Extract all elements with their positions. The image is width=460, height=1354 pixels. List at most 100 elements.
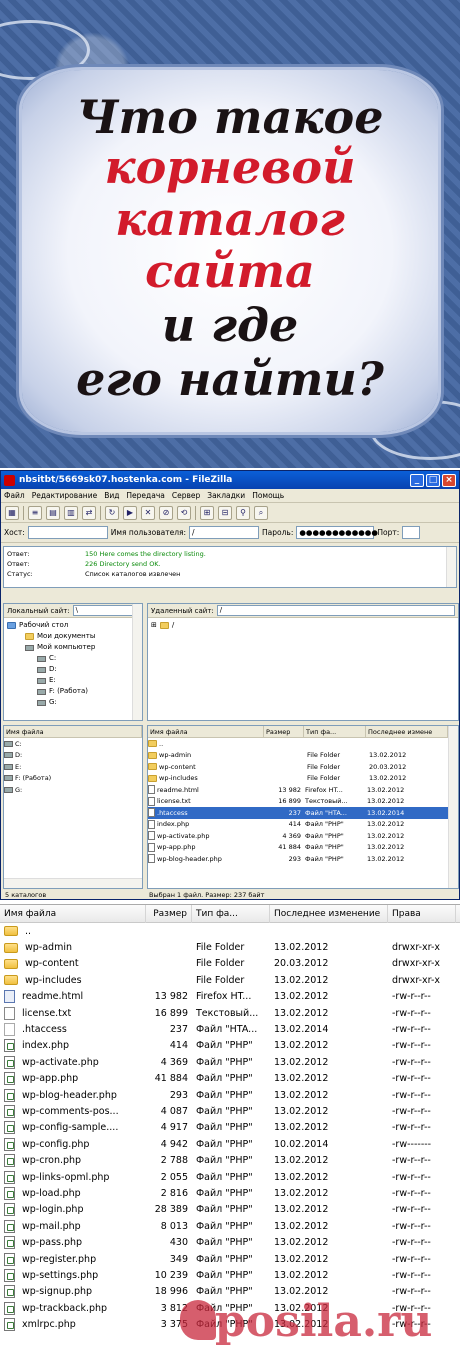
folder-icon	[148, 774, 157, 782]
table-row[interactable]: wp-includes File Folder 13.02.2012 drwxr-xr…	[0, 972, 460, 988]
cancel-icon[interactable]: ✕	[141, 505, 155, 520]
table-row[interactable]: ..	[0, 923, 460, 939]
compare-icon[interactable]: ⊟	[218, 505, 232, 520]
table-row[interactable]: wp-activate.php 4 369 Файл "PHP" 13.02.2012…	[0, 1054, 460, 1070]
column-filename[interactable]: Имя файла	[0, 904, 146, 923]
list-item[interactable]: readme.html 13 982 Firefox HT... 13.02.2012	[148, 784, 458, 796]
tree-item[interactable]: G:	[7, 697, 139, 708]
list-item[interactable]: wp-admin File Folder 13.02.2012	[148, 750, 458, 762]
host-input[interactable]	[27, 526, 108, 539]
port-input[interactable]	[402, 526, 421, 539]
close-button[interactable]: ×	[442, 473, 456, 487]
table-row[interactable]: .htaccess 237 Файл "HTA... 13.02.2014 -rw-r-…	[0, 1021, 460, 1037]
search-icon[interactable]: ⌕	[254, 505, 268, 520]
local-tree-icon[interactable]: ▤	[46, 505, 60, 520]
menu-view[interactable]: Вид	[104, 491, 119, 500]
column-filename[interactable]: Имя файла	[4, 726, 142, 738]
file-permissions: -rw-r--r--	[392, 1187, 431, 1199]
tree-item[interactable]: Мои документы	[7, 631, 139, 642]
tree-item[interactable]: ⊞ /	[151, 620, 455, 631]
remote-tree-icon[interactable]: ▥	[64, 505, 78, 520]
column-size[interactable]: Размер	[146, 904, 192, 923]
table-row[interactable]: wp-settings.php 10 239 Файл "PHP" 13.02.201…	[0, 1267, 460, 1283]
column-permissions[interactable]: Права	[388, 904, 456, 923]
table-row[interactable]: wp-links-opml.php 2 055 Файл "PHP" 13.02.20…	[0, 1169, 460, 1185]
tree-item[interactable]: C:	[7, 653, 139, 664]
sync-browse-icon[interactable]: ⚲	[236, 505, 250, 520]
refresh-icon[interactable]: ↻	[105, 505, 119, 520]
local-site-input[interactable]: \	[72, 605, 139, 616]
tree-item[interactable]: F: (Работа)	[7, 686, 139, 697]
password-input[interactable]: ●●●●●●●●●●●●	[296, 526, 378, 539]
queue-icon[interactable]: ⇄	[82, 505, 96, 520]
table-row[interactable]: wp-app.php 41 884 Файл "PHP" 13.02.2012 -rw-…	[0, 1071, 460, 1087]
local-tree-scrollbar[interactable]	[132, 604, 142, 720]
minimize-button[interactable]: _	[410, 473, 424, 487]
table-row[interactable]: wp-comments-pos... 4 087 Файл "PHP" 13.02.2…	[0, 1103, 460, 1119]
table-row[interactable]: readme.html 13 982 Firefox HT... 13.02.2012…	[0, 989, 460, 1005]
maximize-button[interactable]: □	[426, 473, 440, 487]
list-item[interactable]: .htaccess 237 Файл "HTA... 13.02.2014	[148, 807, 458, 819]
list-item[interactable]: ..	[148, 738, 458, 750]
list-item[interactable]: D:	[4, 750, 142, 762]
list-item[interactable]: wp-blog-header.php 293 Файл "PHP" 13.02.201…	[148, 853, 458, 865]
log-scrollbar[interactable]	[446, 547, 456, 587]
menu-file[interactable]: Файл	[4, 491, 25, 500]
window-title: nbsitbt/5669sk07.hostenka.com - FileZill…	[19, 475, 233, 485]
file-size: 4 942	[160, 1138, 188, 1150]
table-row[interactable]: wp-pass.php 430 Файл "PHP" 13.02.2012 -rw-r-…	[0, 1234, 460, 1250]
menu-help[interactable]: Помощь	[252, 491, 284, 500]
list-item[interactable]: G:	[4, 784, 142, 796]
list-item[interactable]: F: (Работа)	[4, 773, 142, 785]
table-row[interactable]: license.txt 16 899 Текстовый... 13.02.2012 -…	[0, 1005, 460, 1021]
table-row[interactable]: wp-config-sample.... 4 917 Файл "PHP" 13.02…	[0, 1120, 460, 1136]
list-item[interactable]: wp-activate.php 4 369 Файл "PHP" 13.02.2012	[148, 830, 458, 842]
list-item[interactable]: wp-app.php 41 884 Файл "PHP" 13.02.2012	[148, 842, 458, 854]
table-row[interactable]: wp-load.php 2 816 Файл "PHP" 13.02.2012 -rw-…	[0, 1185, 460, 1201]
column-type[interactable]: Тип фа...	[304, 726, 366, 738]
list-item[interactable]: wp-content File Folder 20.03.2012	[148, 761, 458, 773]
menu-server[interactable]: Сервер	[172, 491, 200, 500]
file-name-cell: wp-signup.php	[0, 1285, 146, 1299]
column-type[interactable]: Тип фа...	[192, 904, 270, 923]
filter-icon[interactable]: ⊞	[200, 505, 214, 520]
process-queue-icon[interactable]: ▶	[123, 505, 137, 520]
list-item[interactable]: license.txt 16 899 Текстовый... 13.02.2012	[148, 796, 458, 808]
message-log-icon[interactable]: ≡	[28, 505, 42, 520]
reconnect-icon[interactable]: ⟲	[177, 505, 191, 520]
table-row[interactable]: wp-cron.php 2 788 Файл "PHP" 13.02.2012 -rw-…	[0, 1152, 460, 1168]
table-row[interactable]: wp-mail.php 8 013 Файл "PHP" 13.02.2012 -rw-…	[0, 1218, 460, 1234]
menu-bookmarks[interactable]: Закладки	[207, 491, 245, 500]
table-row[interactable]: index.php 414 Файл "PHP" 13.02.2012 -rw-r--r…	[0, 1038, 460, 1054]
column-modified[interactable]: Последнее изменение	[270, 904, 388, 923]
remote-list-scrollbar[interactable]	[448, 726, 458, 888]
table-row[interactable]: wp-config.php 4 942 Файл "PHP" 10.02.2014 -r…	[0, 1136, 460, 1152]
tree-item[interactable]: Рабочий стол	[7, 620, 139, 631]
table-row[interactable]: wp-register.php 349 Файл "PHP" 13.02.2012 -r…	[0, 1251, 460, 1267]
tree-item[interactable]: Мой компьютер	[7, 642, 139, 653]
expand-icon[interactable]: ⊞	[151, 620, 157, 631]
user-input[interactable]: /	[189, 526, 260, 539]
column-filename[interactable]: Имя файла	[148, 726, 264, 738]
column-size[interactable]: Размер	[264, 726, 304, 738]
menu-edit[interactable]: Редактирование	[32, 491, 97, 500]
file-size: 414	[169, 1040, 188, 1052]
title-bar[interactable]: nbsitbt/5669sk07.hostenka.com - FileZill…	[1, 471, 459, 489]
list-item[interactable]: E:	[4, 761, 142, 773]
table-row[interactable]: wp-blog-header.php 293 Файл "PHP" 13.02.201…	[0, 1087, 460, 1103]
disconnect-icon[interactable]: ⊘	[159, 505, 173, 520]
file-date: 13.02.2012	[367, 797, 405, 806]
list-item[interactable]: index.php 414 Файл "PHP" 13.02.2012	[148, 819, 458, 831]
list-item[interactable]: C:	[4, 738, 142, 750]
tree-item[interactable]: D:	[7, 664, 139, 675]
local-list-hscroll[interactable]	[4, 878, 142, 888]
tree-item[interactable]: E:	[7, 675, 139, 686]
table-row[interactable]: wp-login.php 28 389 Файл "PHP" 13.02.2012 -r…	[0, 1202, 460, 1218]
column-modified[interactable]: Последнее измене	[366, 726, 448, 738]
table-row[interactable]: wp-admin File Folder 13.02.2012 drwxr-xr-x	[0, 939, 460, 955]
table-row[interactable]: wp-content File Folder 20.03.2012 drwxr-xr-…	[0, 956, 460, 972]
menu-transfer[interactable]: Передача	[126, 491, 164, 500]
remote-site-input[interactable]: /	[216, 605, 455, 616]
list-item[interactable]: wp-includes File Folder 13.02.2012	[148, 773, 458, 785]
site-manager-icon[interactable]: ▦	[5, 505, 19, 520]
